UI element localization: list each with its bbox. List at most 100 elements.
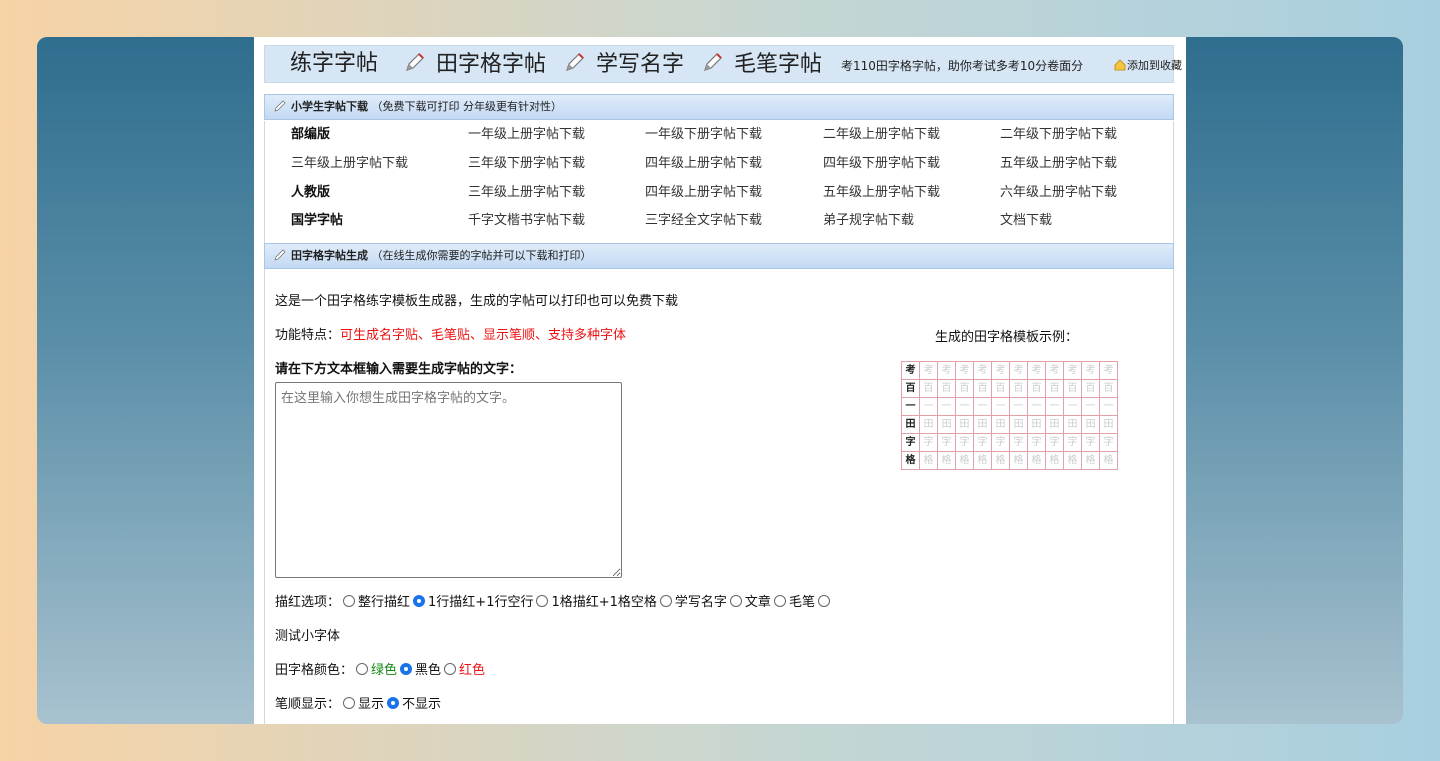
nav-item-tianzige[interactable]: 田字格字帖 bbox=[403, 50, 546, 79]
sample-trace-cell: 田 bbox=[1081, 415, 1100, 434]
sample-char-cell: 格 bbox=[901, 451, 920, 470]
sample-trace-cell: 一 bbox=[937, 397, 956, 416]
download-link[interactable]: 六年级上册字帖下载 bbox=[1000, 179, 1117, 207]
pencil-icon bbox=[704, 53, 722, 71]
sample-trace-cell: 格 bbox=[991, 451, 1010, 470]
download-link[interactable]: 五年级上册字帖下载 bbox=[1000, 150, 1117, 178]
sample-trace-cell: 字 bbox=[1009, 433, 1028, 452]
sample-trace-cell: 字 bbox=[919, 433, 938, 452]
text-input[interactable] bbox=[275, 382, 622, 578]
trace-option-label: 整行描红 bbox=[358, 595, 411, 610]
radio-color-black[interactable] bbox=[400, 663, 413, 675]
sample-trace-cell: 百 bbox=[919, 379, 938, 398]
sample-trace-cell: 一 bbox=[955, 397, 974, 416]
category-label: 部编版 bbox=[291, 127, 331, 142]
sample-trace-cell: 田 bbox=[937, 415, 956, 434]
stroke-order-row: 笔顺显示： 显示 不显示 bbox=[275, 693, 441, 712]
nav-label: 田字格字帖 bbox=[436, 52, 547, 77]
category-label: 人教版 bbox=[291, 185, 331, 200]
sample-trace-cell: 考 bbox=[1027, 361, 1046, 380]
section-title: 小学生字帖下载 bbox=[291, 100, 368, 113]
sample-trace-cell: 字 bbox=[1045, 433, 1064, 452]
download-link[interactable]: 四年级下册字帖下载 bbox=[823, 150, 940, 178]
input-label: 请在下方文本框输入需要生成字帖的文字： bbox=[275, 362, 523, 377]
sample-grid-row: 百百百百百百百百百百百百 bbox=[901, 379, 1118, 398]
nav-item-lianzi[interactable]: 练字字帖 bbox=[290, 50, 378, 78]
sample-char-cell: 百 bbox=[901, 379, 920, 398]
sample-trace-cell: 字 bbox=[1063, 433, 1082, 452]
sample-trace-cell: 田 bbox=[973, 415, 992, 434]
radio-stroke-hide[interactable] bbox=[387, 697, 400, 709]
download-link[interactable]: 二年级上册字帖下载 bbox=[823, 121, 940, 149]
sample-trace-cell: 一 bbox=[1009, 397, 1028, 416]
download-link[interactable]: 一年级上册字帖下载 bbox=[468, 121, 585, 149]
sample-trace-cell: 百 bbox=[1009, 379, 1028, 398]
links-row: 三年级上册字帖下载 三年级下册字帖下载 四年级上册字帖下载 四年级下册字帖下载 … bbox=[265, 150, 1173, 178]
radio-color-green[interactable] bbox=[356, 663, 369, 675]
radio-trace-4[interactable] bbox=[729, 595, 742, 607]
sample-char-cell: 字 bbox=[901, 433, 920, 452]
stroke-option-hide: 不显示 bbox=[402, 697, 442, 712]
download-link[interactable]: 文档下载 bbox=[1000, 207, 1052, 235]
radio-trace-1[interactable] bbox=[413, 595, 426, 607]
radio-color-red[interactable] bbox=[444, 663, 457, 675]
sample-grid-row: 字字字字字字字字字字字字 bbox=[901, 433, 1118, 452]
radio-trace-6[interactable] bbox=[817, 595, 830, 607]
sample-trace-cell: 考 bbox=[955, 361, 974, 380]
sample-trace-cell: 田 bbox=[1099, 415, 1118, 434]
sample-char-cell: 一 bbox=[901, 397, 920, 416]
download-link[interactable]: 三字经全文字帖下载 bbox=[645, 207, 762, 235]
links-row: 国学字帖 千字文楷书字帖下载 三字经全文字帖下载 弟子规字帖下载 文档下载 bbox=[265, 207, 1173, 235]
pencil-icon bbox=[566, 53, 584, 71]
pencil-icon bbox=[406, 53, 424, 71]
nav-item-brush[interactable]: 毛笔字帖 bbox=[701, 50, 822, 79]
download-link[interactable]: 三年级上册字帖下载 bbox=[468, 179, 585, 207]
sample-trace-cell: 百 bbox=[1099, 379, 1118, 398]
radio-trace-0[interactable] bbox=[343, 595, 356, 607]
download-link[interactable]: 一年级下册字帖下载 bbox=[645, 121, 762, 149]
radio-trace-5[interactable] bbox=[773, 595, 786, 607]
download-link[interactable]: 四年级上册字帖下载 bbox=[645, 150, 762, 178]
sample-trace-cell: 考 bbox=[1099, 361, 1118, 380]
trace-option-label: 1格描红+1格空格 bbox=[551, 595, 657, 610]
sample-grid-row: 田田田田田田田田田田田田 bbox=[901, 415, 1118, 434]
sample-trace-cell: 考 bbox=[991, 361, 1010, 380]
download-link[interactable]: 四年级上册字帖下载 bbox=[645, 179, 762, 207]
download-link[interactable]: 千字文楷书字帖下载 bbox=[468, 207, 585, 235]
sample-trace-cell: 格 bbox=[1027, 451, 1046, 470]
section-title: 田字格字帖生成 bbox=[291, 249, 368, 262]
nav-item-name[interactable]: 学写名字 bbox=[563, 50, 684, 79]
radio-trace-2[interactable] bbox=[536, 595, 549, 607]
nav-label: 毛笔字帖 bbox=[734, 52, 823, 77]
sample-trace-cell: 字 bbox=[1099, 433, 1118, 452]
trace-label: 描红选项： bbox=[275, 595, 341, 610]
sample-trace-cell: 考 bbox=[1009, 361, 1028, 380]
sample-trace-cell: 百 bbox=[1027, 379, 1046, 398]
sample-trace-cell: 一 bbox=[1081, 397, 1100, 416]
page-content: 练字字帖 田字格字帖 学写名字 毛笔字帖 考110田字格字帖，助你考试多考10分… bbox=[254, 37, 1186, 724]
sample-grid-row: 考考考考考考考考考考考考 bbox=[901, 361, 1118, 380]
download-link[interactable]: 弟子规字帖下载 bbox=[823, 207, 914, 235]
sample-trace-cell: 字 bbox=[1027, 433, 1046, 452]
trace-options-row: 描红选项： 整行描红 1行描红+1行空行 1格描红+1格空格 学写名字 文章 毛笔 bbox=[275, 591, 833, 610]
radio-stroke-show[interactable] bbox=[343, 697, 356, 709]
radio-trace-3[interactable] bbox=[659, 595, 672, 607]
add-favorite-link[interactable]: 添加到收藏 bbox=[1113, 57, 1182, 73]
download-link[interactable]: 二年级下册字帖下载 bbox=[1000, 121, 1117, 149]
sample-trace-cell: 一 bbox=[973, 397, 992, 416]
sample-grid-table: 考考考考考考考考考考考考百百百百百百百百百百百百一一一一一一一一一一一一田田田田… bbox=[901, 361, 1118, 470]
sample-trace-cell: 字 bbox=[937, 433, 956, 452]
sample-trace-cell: 百 bbox=[991, 379, 1010, 398]
stroke-option-show: 显示 bbox=[358, 697, 385, 712]
sample-grid-row: 一一一一一一一一一一一一 bbox=[901, 397, 1118, 416]
download-link[interactable]: 三年级上册字帖下载 bbox=[291, 150, 408, 178]
top-nav: 练字字帖 田字格字帖 学写名字 毛笔字帖 考110田字格字帖，助你考试多考10分… bbox=[264, 45, 1182, 83]
download-link[interactable]: 三年级下册字帖下载 bbox=[468, 150, 585, 178]
download-links-table: 部编版 一年级上册字帖下载 一年级下册字帖下载 二年级上册字帖下载 二年级下册字… bbox=[264, 121, 1174, 243]
download-link[interactable]: 五年级上册字帖下载 bbox=[823, 179, 940, 207]
sample-char-cell: 考 bbox=[901, 361, 920, 380]
sample-trace-cell: 一 bbox=[919, 397, 938, 416]
sample-trace-cell: 一 bbox=[1045, 397, 1064, 416]
sample-trace-cell: 百 bbox=[955, 379, 974, 398]
sample-trace-cell: 一 bbox=[1099, 397, 1118, 416]
